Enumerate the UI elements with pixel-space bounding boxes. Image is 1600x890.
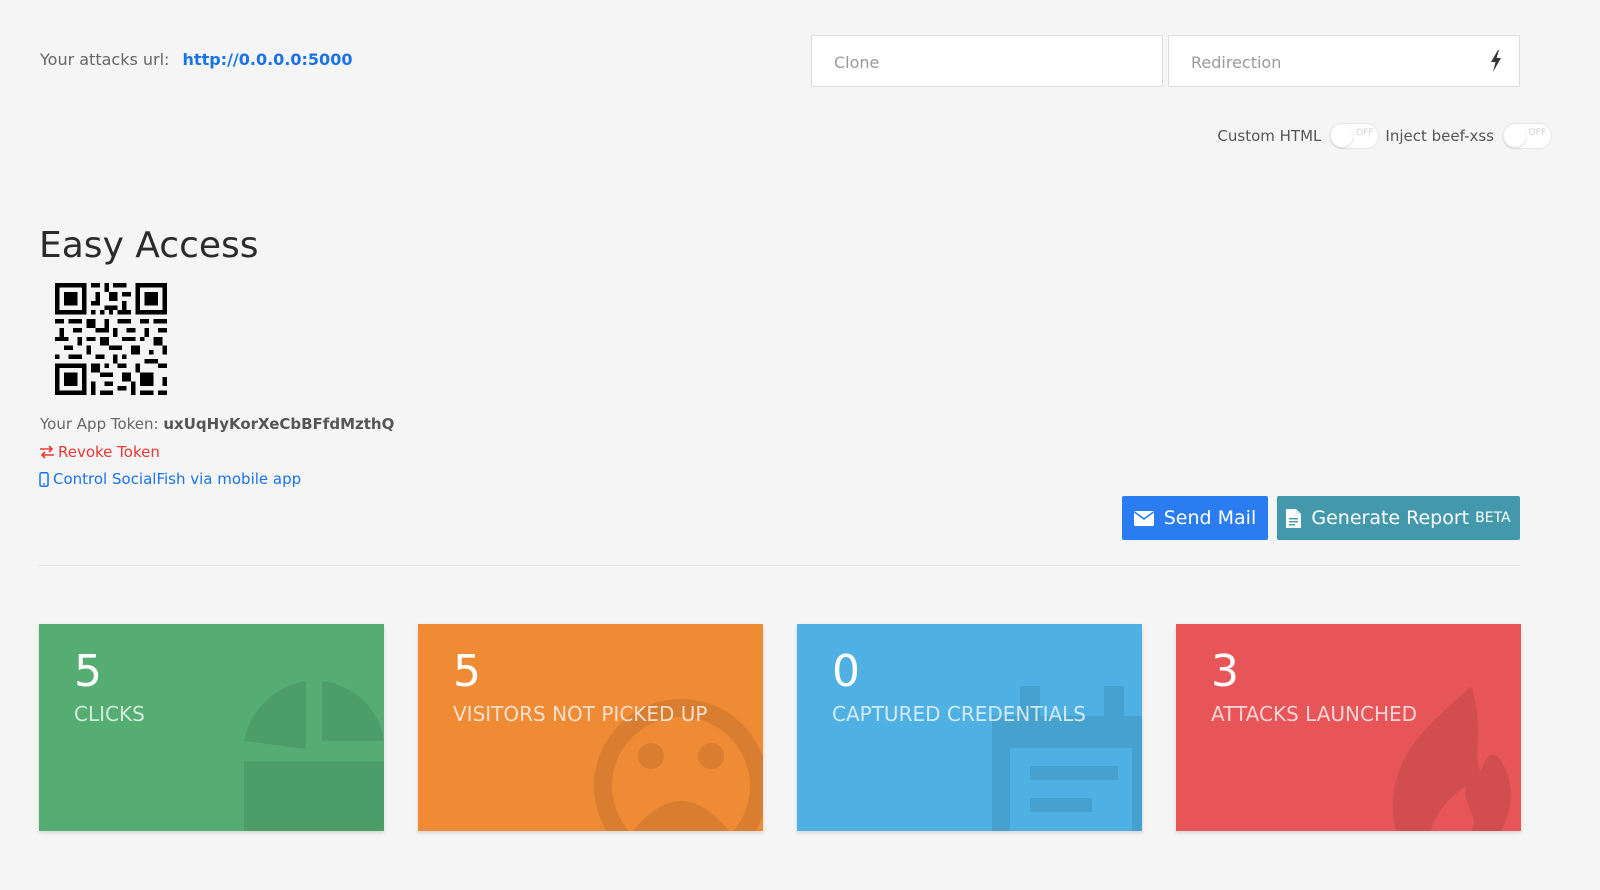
stat-label: VISITORS NOT PICKED UP xyxy=(453,702,708,726)
custom-html-toggle[interactable]: OFF xyxy=(1329,123,1380,149)
toggle-off-text: OFF xyxy=(1528,128,1546,138)
revoke-token-link[interactable]: Revoke Token xyxy=(39,443,160,461)
stat-card-visitors: 5 VISITORS NOT PICKED UP xyxy=(418,624,763,831)
stat-value: 0 xyxy=(832,646,860,697)
stat-value: 5 xyxy=(74,646,102,697)
redirection-input[interactable] xyxy=(1189,36,1473,88)
attack-url-link[interactable]: http://0.0.0.0:5000 xyxy=(183,50,353,69)
toggle-row: Custom HTML OFF Inject beef-xss OFF xyxy=(1217,123,1552,149)
attack-url-label: Your attacks url: xyxy=(40,50,170,69)
document-icon xyxy=(1286,508,1302,528)
stat-label: CAPTURED CREDENTIALS xyxy=(832,702,1086,726)
send-mail-label: Send Mail xyxy=(1163,507,1257,529)
pie-chart-icon xyxy=(244,681,384,831)
attack-url-row: Your attacks url: http://0.0.0.0:5000 xyxy=(40,50,352,69)
inject-beef-label: Inject beef-xss xyxy=(1385,127,1494,145)
stat-label: CLICKS xyxy=(74,702,145,726)
beta-badge: BETA xyxy=(1475,510,1511,526)
stat-card-attacks: 3 ATTACKS LAUNCHED xyxy=(1176,624,1521,831)
divider xyxy=(39,565,1520,566)
app-token-row: Your App Token: uxUqHyKorXeCbBFfdMzthQ xyxy=(40,415,394,433)
stat-value: 3 xyxy=(1211,646,1239,697)
exchange-icon xyxy=(40,445,54,459)
inject-beef-toggle[interactable]: OFF xyxy=(1502,123,1552,149)
send-mail-button[interactable]: Send Mail xyxy=(1122,496,1268,540)
toggle-knob xyxy=(1331,125,1354,147)
toggle-off-text: OFF xyxy=(1355,128,1374,138)
bolt-icon[interactable] xyxy=(1489,50,1503,72)
clone-field[interactable] xyxy=(811,35,1163,88)
app-token-label: Your App Token: xyxy=(40,415,159,433)
revoke-token-label: Revoke Token xyxy=(58,443,160,461)
mobile-app-link[interactable]: Control SocialFish via mobile app xyxy=(39,470,301,488)
clone-input[interactable] xyxy=(832,36,1116,88)
custom-html-label: Custom HTML xyxy=(1217,127,1322,145)
toggle-knob xyxy=(1504,125,1526,147)
redirection-field[interactable] xyxy=(1168,35,1520,88)
envelope-icon xyxy=(1133,510,1154,526)
mobile-icon xyxy=(39,471,49,487)
stat-card-credentials: 0 CAPTURED CREDENTIALS xyxy=(797,624,1142,831)
generate-report-label: Generate Report xyxy=(1311,507,1470,529)
easy-access-title: Easy Access xyxy=(39,225,259,266)
app-token-value: uxUqHyKorXeCbBFfdMzthQ xyxy=(163,415,395,433)
stat-value: 5 xyxy=(453,646,481,697)
stat-label: ATTACKS LAUNCHED xyxy=(1211,702,1418,726)
qr-code xyxy=(55,283,167,395)
stat-card-clicks: 5 CLICKS xyxy=(39,624,384,831)
generate-report-button[interactable]: Generate Report BETA xyxy=(1277,496,1520,540)
mobile-app-label: Control SocialFish via mobile app xyxy=(53,470,302,488)
